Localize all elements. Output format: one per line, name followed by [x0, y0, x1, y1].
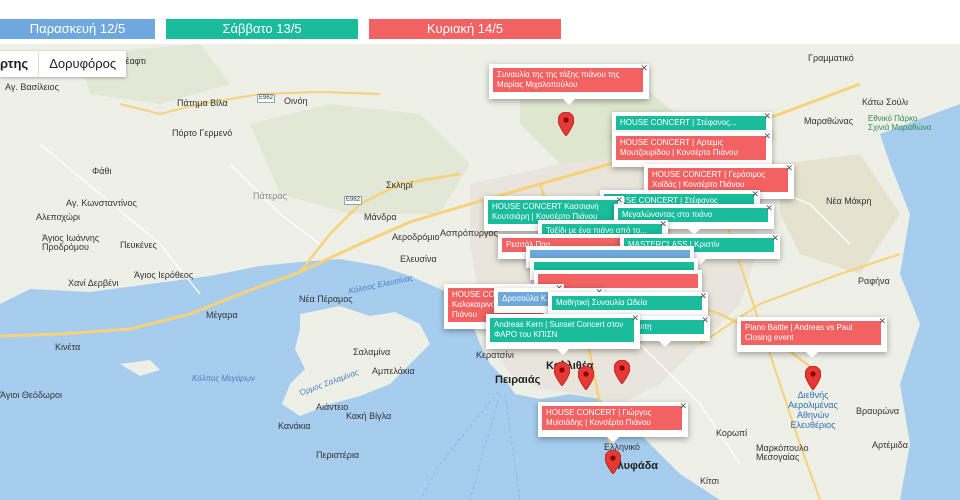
event-title[interactable]: HOUSE CONCERT | Στέφανος...: [616, 116, 766, 130]
place-label: Γραμματικό: [808, 53, 854, 63]
place-label: Πάτημα Βίλα: [177, 98, 228, 108]
place-label: Πειραιάς: [495, 374, 541, 386]
place-label: Κίτσι: [700, 476, 719, 486]
map-marker-icon[interactable]: [805, 366, 821, 390]
place-label: Σκληρί: [386, 180, 413, 190]
place-label: Άγιος Ιωάννης Προδρόμου: [42, 233, 100, 252]
event-info-window[interactable]: Συναυλία της της τάξης πιάνου της Μαρίας…: [489, 64, 649, 105]
event-title[interactable]: Μαθητική Συναυλία Ωδεία: [552, 296, 702, 310]
place-label: Χανί Δερβένι: [68, 278, 119, 288]
day-tab-sunday[interactable]: Κυριακή 14/5: [369, 19, 561, 39]
place-label: Βραυρώνα: [856, 406, 900, 416]
close-icon[interactable]: ✕: [785, 164, 793, 173]
day-tab-friday[interactable]: Παρασκευή 12/5: [0, 19, 155, 39]
place-label: Φάθι: [92, 166, 112, 176]
place-label: Αμπελάκια: [372, 366, 415, 376]
place-label: Σαλαμίνα: [353, 347, 391, 357]
close-icon[interactable]: ✕: [659, 220, 667, 229]
place-label: Πευκένες: [120, 240, 157, 250]
map-type-map-button[interactable]: ρτης: [0, 51, 40, 77]
map-marker-icon[interactable]: [554, 362, 570, 386]
place-label: Νέα Μάκρη: [826, 196, 872, 206]
close-icon[interactable]: ✕: [751, 190, 759, 199]
event-title[interactable]: HOUSE CONCERT | Γεράσιμος Χοϊδάς | Κονσέ…: [648, 168, 788, 192]
place-label: Οινόη: [284, 96, 308, 106]
day-tab-saturday[interactable]: Σάββατο 13/5: [166, 19, 358, 39]
map-marker-icon[interactable]: [605, 450, 621, 474]
place-label: Μάνδρα: [364, 212, 397, 222]
event-title[interactable]: Andreas Kern | Sunset Concert στον ΦΑΡΟ …: [490, 318, 634, 342]
close-icon[interactable]: ✕: [771, 234, 779, 243]
place-label: Κορωπί: [716, 428, 748, 438]
event-title[interactable]: HOUSE CONCERT | Γιώργος Μυϊσιάδης | Κονσ…: [542, 406, 682, 430]
event-title[interactable]: HOUSE CONCERT | Αρτεμις Μουτζουρίδου | Κ…: [616, 136, 766, 160]
close-icon[interactable]: ✕: [679, 402, 687, 411]
close-icon[interactable]: ✕: [699, 292, 707, 301]
place-label: Αγ. Βασίλειος: [5, 82, 59, 92]
road-number: E962: [257, 94, 276, 103]
place-label: Μέγαρα: [206, 310, 238, 320]
map-canvas[interactable]: Πόρτο Ρέαφτι Αγ. Βασίλειος Πάτημα Βίλα Ο…: [0, 44, 960, 500]
map-marker-icon[interactable]: [558, 112, 574, 136]
place-label: Αιάντειο: [316, 402, 349, 412]
map-type-satellite-button[interactable]: Δορυφόρος: [39, 51, 126, 77]
water-label: Κόλπος Μεγάρων: [192, 374, 255, 383]
event-info-window[interactable]: HOUSE CONCERT | Αρτεμις Μουτζουρίδου | Κ…: [612, 132, 772, 173]
road-number: E962: [344, 196, 363, 205]
close-icon[interactable]: ✕: [631, 314, 639, 323]
place-label: Πάτερας: [253, 191, 287, 201]
map-marker-icon[interactable]: [614, 360, 630, 384]
close-icon[interactable]: ✕: [765, 204, 773, 213]
place-label: Μαρκόπουλο Μεσογαίας: [756, 443, 809, 462]
place-label: Πόρτο Γερμενό: [172, 128, 233, 138]
close-icon[interactable]: ✕: [763, 132, 771, 141]
event-info-window[interactable]: Piano Battle | Andreas vs Paul Closing e…: [737, 317, 887, 358]
park-label: Εθνικό Πάρκο Σχινιά Μαραθώνα: [868, 114, 932, 132]
map-type-control: ρτης Δορυφόρος: [0, 51, 127, 77]
close-icon[interactable]: ✕: [878, 317, 886, 326]
place-label: Κάτω Σούλι: [862, 97, 909, 107]
event-info-window[interactable]: Andreas Kern | Sunset Concert στον ΦΑΡΟ …: [486, 314, 640, 355]
event-title[interactable]: Piano Battle | Andreas vs Paul Closing e…: [741, 321, 881, 345]
place-label: Περιστέρια: [316, 450, 360, 460]
place-label: Κερατσίνι: [476, 350, 514, 360]
event-info-window[interactable]: HOUSE CONCERT | Γιώργος Μυϊσιάδης | Κονσ…: [538, 402, 688, 443]
place-label: Αεροδρόμιο: [392, 232, 440, 242]
place-label: Αρτέμιδα: [872, 440, 908, 450]
place-label: Κανάκια: [278, 421, 311, 431]
close-icon[interactable]: ✕: [701, 316, 709, 325]
place-label: Νέα Πέραμος: [299, 294, 353, 304]
close-icon[interactable]: ✕: [640, 64, 648, 73]
map-marker-icon[interactable]: [578, 366, 594, 390]
place-label: Άγιοι Θεόδωροι: [0, 390, 63, 400]
close-icon[interactable]: ✕: [763, 112, 771, 121]
place-label: Ραφήνα: [858, 276, 890, 286]
place-label: Αλεποχώρι: [36, 212, 80, 222]
place-label: Κακή Βίγλα: [346, 411, 392, 421]
day-filter-bar: Παρασκευή 12/5 Σάββατο 13/5 Κυριακή 14/5: [0, 0, 960, 44]
place-label: Ελευσίνα: [400, 254, 437, 264]
place-label: Μαραθώνας: [804, 116, 854, 126]
event-title[interactable]: Συναυλία της της τάξης πιάνου της Μαρίας…: [493, 68, 643, 92]
place-label: Αγ. Κωνσταντίνος: [66, 198, 137, 208]
airport-label: Διεθνής Αερολιμένας Αθηνών Ελευθέριος: [788, 390, 838, 430]
place-label: Άγιος Ιερόθεος: [134, 270, 194, 280]
place-label: Κινέτα: [55, 342, 81, 352]
